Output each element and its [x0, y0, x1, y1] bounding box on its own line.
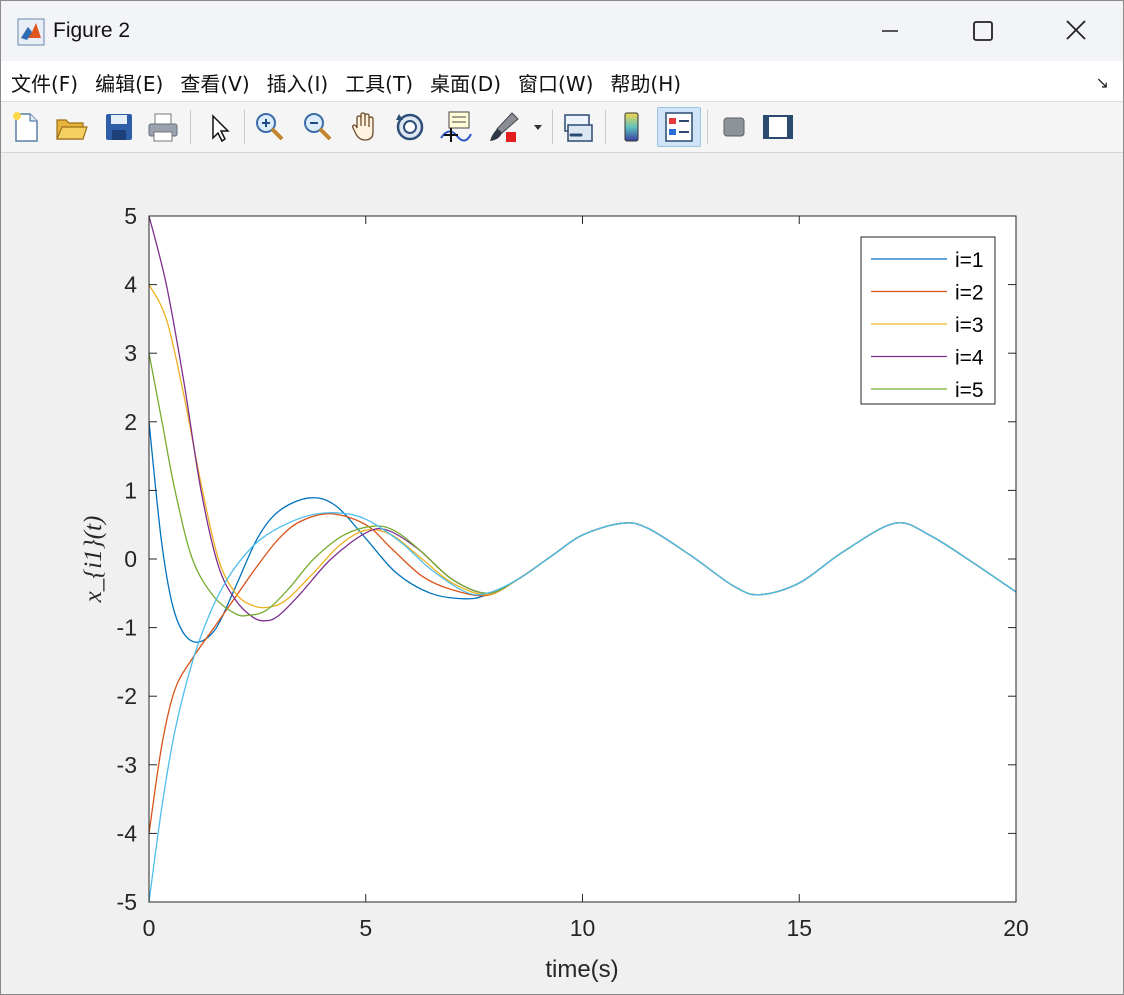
legend-label: i=5	[955, 379, 984, 402]
link-plot-icon	[564, 114, 593, 142]
y-tick-label: 0	[124, 546, 137, 572]
window-title: Figure 2	[53, 19, 131, 42]
data-cursor-button[interactable]	[437, 108, 475, 146]
insert-colorbar-button[interactable]	[613, 108, 651, 146]
y-tick-label: 1	[124, 477, 137, 503]
close-button[interactable]	[1053, 11, 1099, 51]
y-tick-label: -4	[117, 820, 138, 846]
insert-legend-button[interactable]	[657, 107, 701, 147]
brush-button[interactable]	[485, 108, 523, 146]
legend-icon	[665, 112, 693, 142]
legend-label: i=4	[955, 347, 984, 370]
print-icon	[148, 113, 178, 142]
toolbar-separator	[605, 110, 606, 144]
y-tick-label: -2	[117, 683, 137, 709]
pan-button[interactable]	[346, 108, 384, 146]
minimize-icon	[882, 30, 898, 32]
menu-window[interactable]: 窗口(W)	[518, 68, 593, 97]
new-figure-icon	[13, 112, 38, 142]
rotate-3d-icon	[396, 113, 424, 141]
print-button[interactable]	[144, 108, 182, 146]
x-tick-label: 15	[786, 915, 812, 941]
menu-bar: 文件(F) 编辑(E) 查看(V) 插入(I) 工具(T) 桌面(D) 窗口(W…	[1, 61, 1123, 102]
data-cursor-icon	[440, 111, 472, 142]
figure-canvas: 0 5 10 15 20 -5 -4 -3 -2 -1 0 1 2 3 4 5 time(s) x_{i1}…	[1, 153, 1123, 994]
y-tick-label: -5	[117, 889, 137, 915]
y-tick-label: 3	[124, 340, 137, 366]
legend-label: i=2	[955, 282, 984, 305]
y-tick-label: 5	[124, 203, 137, 229]
open-file-icon	[56, 119, 88, 140]
open-file-button[interactable]	[52, 108, 90, 146]
toolbar-separator	[190, 110, 191, 144]
toolbar-separator	[244, 110, 245, 144]
menu-tools[interactable]: 工具(T)	[345, 68, 413, 97]
y-tick-label: 4	[124, 272, 137, 298]
chevron-down-icon	[534, 125, 542, 130]
legend-label: i=1	[955, 249, 984, 272]
matlab-logo-icon	[17, 18, 45, 46]
save-button[interactable]	[100, 108, 138, 146]
hide-plot-tools-button[interactable]	[715, 108, 753, 146]
close-icon	[1066, 20, 1086, 40]
pointer-icon	[212, 114, 230, 143]
zoom-out-button[interactable]	[299, 108, 337, 146]
new-figure-button[interactable]	[7, 108, 45, 146]
minimize-button[interactable]	[867, 11, 913, 51]
zoom-in-button[interactable]	[251, 108, 289, 146]
undock-arrow-icon[interactable]: ↘	[1096, 73, 1109, 93]
show-plot-tools-icon	[763, 115, 793, 139]
x-tick-label: 0	[143, 915, 156, 941]
x-axis-label: time(s)	[545, 956, 618, 983]
edit-plot-button[interactable]	[200, 108, 238, 146]
figure-window: Figure 2 文件(F) 编辑(E) 查看(V) 插入(I) 工具(T) 桌…	[0, 0, 1124, 995]
link-plot-button[interactable]	[559, 108, 597, 146]
hide-plot-tools-icon	[723, 117, 745, 137]
legend[interactable]: i=1 i=2 i=3 i=4 i=5	[860, 236, 996, 405]
toolbar-separator	[552, 110, 553, 144]
title-bar[interactable]: Figure 2	[1, 1, 1123, 61]
colorbar-icon	[624, 112, 639, 142]
show-plot-tools-button[interactable]	[759, 108, 797, 146]
menu-desktop[interactable]: 桌面(D)	[430, 68, 501, 97]
legend-label: i=3	[955, 314, 984, 337]
y-tick-label: 2	[124, 409, 137, 435]
maximize-icon	[973, 21, 993, 41]
menu-edit[interactable]: 编辑(E)	[95, 68, 163, 97]
pan-hand-icon	[352, 112, 374, 141]
toolbar-separator	[707, 110, 708, 144]
x-tick-label: 20	[1003, 915, 1029, 941]
save-icon	[106, 114, 132, 140]
zoom-in-icon	[256, 113, 284, 141]
y-axis-label: x_{i1}(t)	[80, 516, 107, 604]
maximize-button[interactable]	[959, 11, 1005, 51]
menu-insert[interactable]: 插入(I)	[267, 68, 329, 97]
menu-file[interactable]: 文件(F)	[11, 68, 78, 97]
zoom-out-icon	[304, 113, 332, 141]
x-tick-label: 5	[359, 915, 372, 941]
brush-icon	[490, 112, 519, 142]
y-tick-label: -3	[117, 752, 137, 778]
plot-svg[interactable]: 0 5 10 15 20 -5 -4 -3 -2 -1 0 1 2 3 4 5 time(s) x_{i1}…	[1, 153, 1123, 994]
menu-view[interactable]: 查看(V)	[180, 68, 249, 97]
rotate-3d-button[interactable]	[391, 108, 429, 146]
y-tick-label: -1	[117, 615, 137, 641]
menu-help[interactable]: 帮助(H)	[610, 68, 681, 97]
x-tick-label: 10	[570, 915, 596, 941]
brush-dropdown-button[interactable]	[528, 108, 548, 146]
figure-toolbar	[1, 102, 1123, 153]
